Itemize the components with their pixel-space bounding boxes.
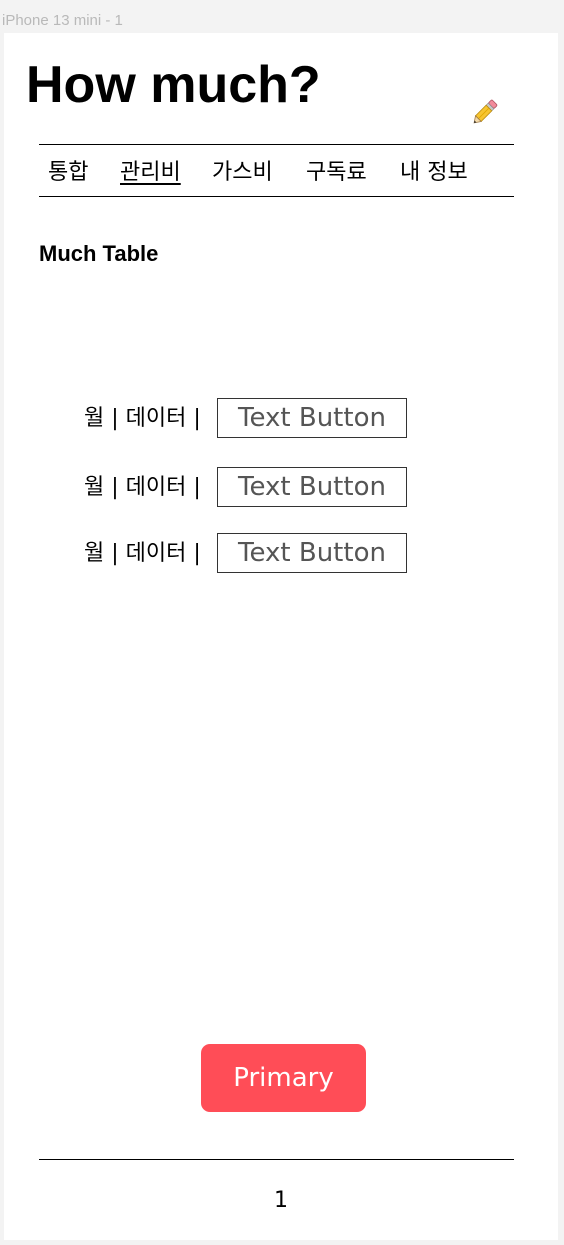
- tab-subscription[interactable]: 구독료: [306, 154, 367, 186]
- tab-my-info[interactable]: 내 정보: [400, 154, 468, 186]
- tab-total[interactable]: 통합: [48, 154, 88, 186]
- row-text-button[interactable]: Text Button: [217, 533, 407, 573]
- tab-management-fee[interactable]: 관리비: [120, 154, 181, 186]
- table-row: 월 | 데이터 | Text Button: [84, 533, 414, 573]
- row-data-text: 월 | 데이터 |: [84, 541, 201, 566]
- tab-gas-fee[interactable]: 가스비: [212, 154, 273, 186]
- table-row: 월 | 데이터 | Text Button: [84, 398, 414, 438]
- row-text-button[interactable]: Text Button: [217, 467, 407, 507]
- footer-divider: [39, 1159, 514, 1160]
- frame-label: iPhone 13 mini - 1: [2, 12, 123, 29]
- primary-button[interactable]: Primary: [201, 1044, 366, 1112]
- section-title: Much Table: [39, 241, 159, 266]
- app-title: How much?: [26, 56, 321, 114]
- page-number[interactable]: 1: [4, 1188, 558, 1213]
- pencil-icon[interactable]: [468, 97, 500, 129]
- row-data-text: 월 | 데이터 |: [84, 475, 201, 500]
- row-data-text: 월 | 데이터 |: [84, 406, 201, 431]
- table-row: 월 | 데이터 | Text Button: [84, 467, 414, 507]
- row-text-button[interactable]: Text Button: [217, 398, 407, 438]
- category-nav: 통합 관리비 가스비 구독료 내 정보: [39, 144, 514, 197]
- phone-screen: How much? 통합 관리비 가스비 구독료 내 정보 Much Table…: [4, 33, 558, 1240]
